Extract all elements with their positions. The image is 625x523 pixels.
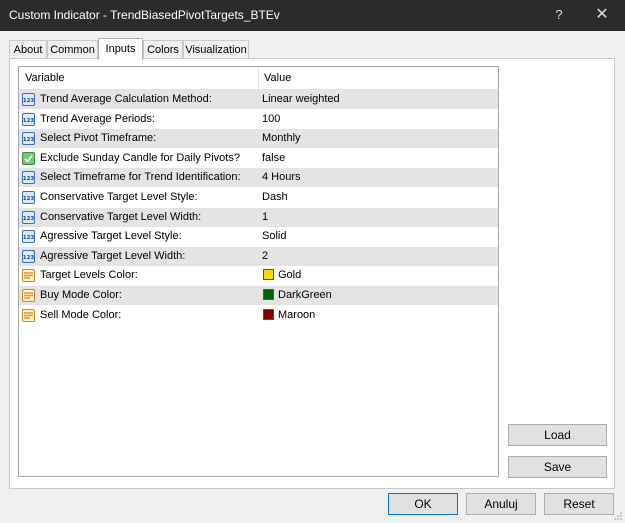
inputs-grid[interactable]: Variable Value 123 Trend Average Calculat… — [18, 66, 499, 477]
input-row[interactable]: 123 Trend Average Periods: 100 — [19, 109, 498, 130]
tab-common[interactable]: Common — [47, 40, 98, 58]
color-swatch[interactable] — [263, 308, 274, 320]
tab-colors[interactable]: Colors — [143, 40, 183, 58]
input-row[interactable]: Exclude Sunday Candle for Daily Pivots? f… — [19, 148, 498, 169]
input-variable-name: Buy Mode Color: — [40, 289, 122, 301]
input-row[interactable]: 123 Conservative Target Level Style: Dash — [19, 188, 498, 208]
numeric-input-icon: 123 — [22, 93, 35, 106]
svg-text:123: 123 — [23, 98, 35, 104]
input-value[interactable]: Solid — [262, 230, 286, 242]
input-row[interactable]: 123 Agressive Target Level Style: Solid — [19, 227, 498, 248]
help-button[interactable]: ? — [546, 4, 572, 26]
reset-button[interactable]: Reset — [544, 493, 614, 515]
input-variable-name: Target Levels Color: — [40, 269, 138, 282]
tab-visualization[interactable]: Visualization — [183, 40, 249, 58]
column-header-variable[interactable]: Variable — [25, 72, 65, 84]
svg-text:123: 123 — [23, 255, 35, 261]
input-row[interactable]: Target Levels Color: Gold — [19, 266, 498, 287]
ok-button[interactable]: OK — [388, 493, 458, 515]
input-row[interactable]: Buy Mode Color: DarkGreen — [19, 286, 498, 306]
input-variable-name: Sell Mode Color: — [40, 308, 122, 321]
input-variable-name: Agressive Target Level Style: — [40, 230, 182, 243]
color-input-icon — [22, 289, 35, 302]
resize-grip-icon[interactable] — [613, 511, 623, 521]
numeric-input-icon: 123 — [22, 210, 35, 224]
input-value[interactable]: Maroon — [278, 309, 315, 321]
tab-about[interactable]: About — [9, 40, 47, 58]
input-row[interactable]: Sell Mode Color: Maroon — [19, 305, 498, 326]
input-variable-name: Select Pivot Timeframe: — [40, 132, 157, 145]
numeric-input-icon: 123 — [22, 191, 35, 204]
input-variable-name: Select Timeframe for Trend Identificatio… — [40, 171, 241, 184]
input-variable-name: Exclude Sunday Candle for Daily Pivots? — [40, 151, 240, 164]
input-value[interactable]: false — [262, 152, 285, 164]
input-row[interactable]: 123 Agressive Target Level Width: 2 — [19, 246, 498, 267]
load-button[interactable]: Load — [508, 424, 607, 446]
color-input-icon — [22, 308, 35, 322]
input-value[interactable]: Dash — [262, 191, 288, 203]
svg-text:123: 123 — [23, 137, 35, 143]
window-title: Custom Indicator - TrendBiasedPivotTarge… — [9, 8, 280, 22]
input-variable-name: Trend Average Periods: — [40, 112, 155, 125]
input-variable-name: Conservative Target Level Width: — [40, 210, 202, 223]
svg-text:123: 123 — [23, 235, 35, 241]
input-value[interactable]: 2 — [262, 250, 268, 262]
numeric-input-icon: 123 — [22, 249, 35, 263]
numeric-input-icon: 123 — [22, 112, 35, 126]
numeric-input-icon: 123 — [22, 230, 35, 244]
input-value[interactable]: 1 — [262, 211, 268, 223]
input-row[interactable]: 123 Select Pivot Timeframe: Monthly — [19, 129, 498, 150]
svg-text:123: 123 — [23, 118, 35, 124]
input-variable-name: Agressive Target Level Width: — [40, 249, 186, 262]
boolean-input-icon — [22, 151, 35, 165]
numeric-input-icon: 123 — [22, 171, 35, 185]
input-variable-name: Conservative Target Level Style: — [40, 191, 198, 203]
input-value[interactable]: DarkGreen — [278, 289, 332, 301]
input-value[interactable]: Linear weighted — [262, 93, 340, 105]
input-variable-name: Trend Average Calculation Method: — [40, 93, 212, 105]
tab-inputs[interactable]: Inputs — [98, 38, 143, 60]
svg-text:123: 123 — [23, 196, 35, 202]
color-input-icon — [22, 269, 35, 283]
input-value[interactable]: 100 — [262, 113, 280, 125]
color-swatch[interactable] — [263, 269, 274, 281]
input-value[interactable]: Gold — [278, 269, 301, 281]
numeric-input-icon: 123 — [22, 132, 35, 146]
save-button[interactable]: Save — [508, 456, 607, 478]
column-header-value[interactable]: Value — [264, 72, 291, 84]
svg-text:123: 123 — [23, 176, 35, 182]
input-row[interactable]: 123 Conservative Target Level Width: 1 — [19, 207, 498, 228]
input-row[interactable]: 123 Trend Average Calculation Method: Line… — [19, 90, 498, 110]
window-titlebar: Custom Indicator - TrendBiasedPivotTarge… — [0, 0, 625, 31]
close-button[interactable]: ✕ — [586, 2, 618, 28]
color-swatch[interactable] — [263, 289, 274, 300]
cancel-button[interactable]: Anuluj — [466, 493, 536, 515]
input-value[interactable]: Monthly — [262, 132, 301, 144]
input-row[interactable]: 123 Select Timeframe for Trend Identifica… — [19, 168, 498, 189]
svg-text:123: 123 — [23, 216, 35, 222]
input-value[interactable]: 4 Hours — [262, 171, 301, 183]
